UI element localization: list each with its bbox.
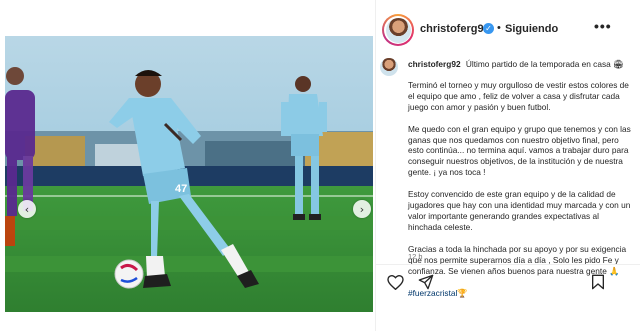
post-caption: christoferg92 Último partido de la tempo… bbox=[408, 59, 634, 298]
post-header: christoferg92 ✓ • Siguiendo ••• bbox=[376, 12, 640, 50]
more-options-icon[interactable]: ••• bbox=[594, 18, 612, 34]
caption-avatar[interactable] bbox=[380, 58, 398, 76]
caption-paragraph: Me quedo con el gran equipo y grupo que … bbox=[408, 123, 631, 178]
jersey-number: 47 bbox=[175, 183, 187, 195]
bookmark-icon[interactable] bbox=[589, 273, 607, 291]
paper-plane-icon[interactable] bbox=[417, 273, 435, 291]
caption-username[interactable]: christoferg92 bbox=[408, 59, 461, 69]
chevron-right-icon[interactable]: › bbox=[353, 200, 371, 218]
instagram-post-view: 47 ‹ › christoferg92 ✓ • Siguiendo ••• c… bbox=[0, 0, 640, 331]
heart-icon[interactable] bbox=[386, 273, 404, 291]
post-details-panel: christoferg92 ✓ • Siguiendo ••• christof… bbox=[375, 0, 640, 331]
avatar[interactable] bbox=[382, 14, 414, 46]
football-match-photo: 47 bbox=[5, 36, 373, 312]
post-photo[interactable]: 47 ‹ › bbox=[5, 36, 373, 312]
chevron-left-icon[interactable]: ‹ bbox=[18, 200, 36, 218]
username-link[interactable]: christoferg92 bbox=[420, 23, 490, 35]
separator-dot: • bbox=[497, 22, 501, 34]
caption-paragraph: Estoy convencido de este gran equipo y d… bbox=[408, 189, 631, 232]
caption-paragraph: Terminó el torneo y muy orgulloso de ves… bbox=[408, 79, 629, 112]
caption-headline: Último partido de la temporada en casa 🏟 bbox=[465, 59, 624, 69]
post-timestamp[interactable]: 12 h bbox=[408, 252, 423, 261]
profile-photo bbox=[385, 17, 411, 43]
verified-badge-icon: ✓ bbox=[483, 23, 494, 34]
following-button[interactable]: Siguiendo bbox=[505, 23, 558, 35]
action-bar bbox=[376, 264, 640, 298]
